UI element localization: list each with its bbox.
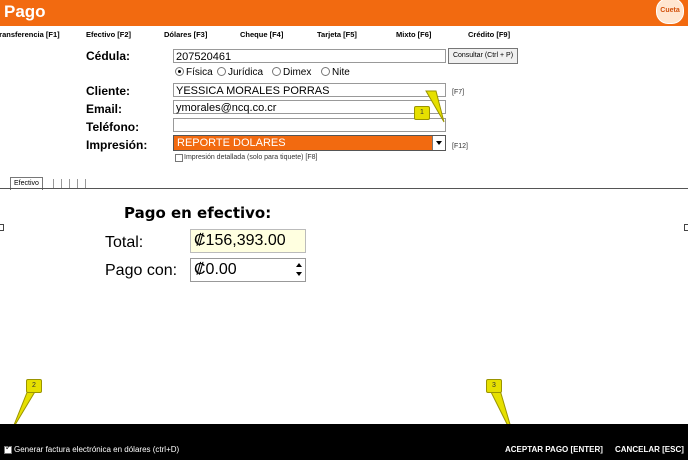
cedula-label: Cédula: (86, 49, 131, 63)
cliente-label: Cliente: (86, 84, 131, 98)
chevron-down-icon[interactable] (432, 136, 445, 150)
tab-separator (53, 179, 54, 188)
impresion-value: REPORTE DOLARES (177, 137, 286, 149)
cancelar-button[interactable]: CANCELAR [ESC] (615, 445, 684, 454)
window-title: Pago (4, 2, 46, 21)
impresion-shortcut: [F12] (452, 143, 468, 150)
detallada-checkbox[interactable] (175, 154, 183, 162)
tab-transferencia[interactable]: Transferencia [F1] (0, 30, 60, 39)
radio-dimex[interactable]: Dimex (272, 67, 311, 78)
email-input[interactable]: ymorales@ncq.co.cr (173, 100, 446, 114)
radio-nite[interactable]: Nite (321, 67, 350, 78)
factura-label: Generar factura electrónica en dólares (… (14, 445, 180, 454)
payment-title: Pago en efectivo: (124, 204, 272, 222)
total-label: Total: (105, 234, 144, 251)
telefono-label: Teléfono: (86, 120, 140, 134)
impresion-select[interactable]: REPORTE DOLARES (173, 135, 446, 151)
title-bar: Pago Cueta (0, 0, 688, 26)
logo-text: Cueta (660, 7, 680, 14)
tab-separator (61, 179, 62, 188)
tab-efectivo[interactable]: Efectivo [F2] (86, 30, 131, 39)
app-logo: Cueta (656, 0, 684, 24)
tab-credito[interactable]: Crédito [F9] (468, 30, 510, 39)
radio-icon (272, 67, 281, 76)
panel-divider (0, 188, 688, 189)
resize-handle[interactable] (684, 224, 688, 231)
impresion-label: Impresión: (86, 138, 148, 152)
spin-up-icon[interactable] (296, 263, 302, 267)
consultar-button[interactable]: Consultar (Ctrl + P) (448, 48, 518, 64)
callout-1: 1 (414, 106, 430, 120)
tab-cheque[interactable]: Cheque [F4] (240, 30, 283, 39)
pago-spinner[interactable] (293, 259, 305, 281)
aceptar-button[interactable]: ACEPTAR PAGO [ENTER] (505, 445, 603, 454)
cliente-shortcut: [F7] (452, 89, 465, 96)
payment-window: Transferencia [F1] Efectivo [F2] Dólares… (0, 26, 688, 424)
tab-separator (69, 179, 70, 188)
pago-input[interactable]: ₡0.00 (190, 258, 306, 282)
tab-dolares[interactable]: Dólares [F3] (164, 30, 207, 39)
check-icon: ✓ (5, 443, 12, 452)
cliente-input[interactable]: YESSICA MORALES PORRAS (173, 83, 446, 97)
telefono-input[interactable] (173, 118, 446, 132)
radio-label: Física (186, 67, 213, 78)
tab-tarjeta[interactable]: Tarjeta [F5] (317, 30, 357, 39)
radio-selected-icon (175, 67, 184, 76)
callout-3: 3 (486, 379, 502, 393)
callout-2: 2 (26, 379, 42, 393)
total-amount: ₡156,393.00 (190, 229, 306, 253)
radio-label: Dimex (283, 67, 312, 78)
tab-separator (77, 179, 78, 188)
pago-value: ₡0.00 (194, 261, 237, 278)
radio-label: Jurídica (228, 67, 264, 78)
detallada-label: Impresión detallada (solo para tiquete) … (184, 154, 318, 161)
bottom-bar: ✓ Generar factura electrónica en dólares… (0, 424, 688, 460)
email-label: Email: (86, 102, 123, 116)
radio-icon (321, 67, 330, 76)
payment-method-tabs: Transferencia [F1] Efectivo [F2] Dólares… (0, 30, 688, 42)
spin-down-icon[interactable] (296, 272, 302, 276)
pago-label: Pago con: (105, 262, 178, 279)
tab-mixto[interactable]: Mixto [F6] (396, 30, 431, 39)
tab-separator (85, 179, 86, 188)
radio-fisica[interactable]: Física (175, 67, 213, 78)
cedula-input[interactable]: 207520461 (173, 49, 446, 63)
factura-checkbox[interactable]: ✓ (4, 443, 12, 454)
radio-juridica[interactable]: Jurídica (217, 67, 263, 78)
radio-label: Nite (332, 67, 350, 78)
resize-handle[interactable] (0, 224, 4, 231)
radio-icon (217, 67, 226, 76)
